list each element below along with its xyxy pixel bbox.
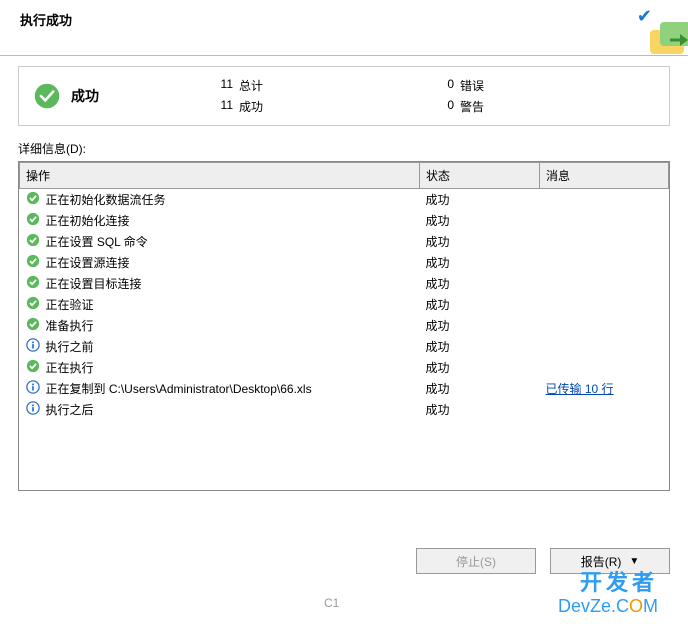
status-text: 成功 — [420, 252, 540, 273]
stat-error: 0错误 — [434, 77, 655, 94]
op-text: 正在设置目标连接 — [46, 275, 142, 292]
success-icon — [26, 317, 40, 334]
info-icon — [26, 338, 40, 355]
divider — [0, 55, 688, 56]
stop-button[interactable]: 停止(S) — [416, 548, 536, 574]
table-row[interactable]: 正在验证 成功 — [20, 294, 669, 315]
details-label: 详细信息(D): — [18, 140, 670, 157]
msg-text — [540, 315, 669, 336]
msg-text — [540, 189, 669, 211]
msg-text — [540, 210, 669, 231]
status-text: 成功 — [420, 210, 540, 231]
page-title: 执行成功 — [20, 13, 72, 28]
status-text: 成功 — [420, 315, 540, 336]
table-row[interactable]: 执行之后 成功 — [20, 399, 669, 420]
table-row[interactable]: 正在初始化连接 成功 — [20, 210, 669, 231]
stat-total: 11总计 — [213, 77, 434, 94]
op-text: 执行之后 — [46, 401, 94, 418]
info-icon — [26, 401, 40, 418]
success-icon — [26, 191, 40, 208]
table-row[interactable]: 准备执行 成功 — [20, 315, 669, 336]
op-text: 执行之前 — [46, 338, 94, 355]
op-text: 正在验证 — [46, 296, 94, 313]
stat-warning: 0警告 — [434, 98, 655, 115]
table-row[interactable]: 正在设置 SQL 命令 成功 — [20, 231, 669, 252]
details-table-wrap[interactable]: 操作 状态 消息 正在初始化数据流任务成功正在初始化连接成功正在设置 SQL 命… — [18, 161, 670, 491]
decorative-graphic — [640, 10, 688, 58]
status-text: 成功 — [420, 378, 540, 399]
info-icon — [26, 380, 40, 397]
col-operation[interactable]: 操作 — [20, 163, 420, 189]
op-text: 正在设置源连接 — [46, 254, 130, 271]
status-text: 成功 — [420, 294, 540, 315]
table-row[interactable]: 正在复制到 C:\Users\Administrator\Desktop\66.… — [20, 378, 669, 399]
report-button-label: 报告(R) — [581, 553, 622, 570]
table-row[interactable]: 执行之前 成功 — [20, 336, 669, 357]
msg-text — [540, 273, 669, 294]
details-table: 操作 状态 消息 正在初始化数据流任务成功正在初始化连接成功正在设置 SQL 命… — [19, 162, 669, 420]
footer-text: C1 — [324, 596, 339, 610]
col-status[interactable]: 状态 — [420, 163, 540, 189]
table-row[interactable]: 正在执行 成功 — [20, 357, 669, 378]
msg-text — [540, 399, 669, 420]
success-icon — [26, 359, 40, 376]
status-text: 成功 — [420, 273, 540, 294]
status-text: 成功 — [420, 357, 540, 378]
msg-text — [540, 294, 669, 315]
success-icon — [26, 296, 40, 313]
watermark: 开发者 DevZe.COM — [558, 570, 658, 618]
success-icon — [26, 212, 40, 229]
op-text: 正在初始化数据流任务 — [46, 191, 166, 208]
op-text: 正在执行 — [46, 359, 94, 376]
status-text: 成功 — [420, 399, 540, 420]
msg-text — [540, 231, 669, 252]
msg-text — [540, 357, 669, 378]
table-row[interactable]: 正在设置源连接 成功 — [20, 252, 669, 273]
summary-title: 成功 — [71, 86, 99, 106]
success-icon — [33, 82, 61, 110]
op-text: 正在初始化连接 — [46, 212, 130, 229]
stat-success: 11成功 — [213, 98, 434, 115]
msg-text[interactable]: 已传输 10 行 — [540, 378, 669, 399]
success-icon — [26, 233, 40, 250]
msg-text — [540, 252, 669, 273]
status-text: 成功 — [420, 189, 540, 211]
success-icon — [26, 254, 40, 271]
table-row[interactable]: 正在初始化数据流任务 成功 — [20, 189, 669, 211]
status-text: 成功 — [420, 336, 540, 357]
col-message[interactable]: 消息 — [540, 163, 669, 189]
table-row[interactable]: 正在设置目标连接 成功 — [20, 273, 669, 294]
status-text: 成功 — [420, 231, 540, 252]
success-icon — [26, 275, 40, 292]
msg-text — [540, 336, 669, 357]
chevron-down-icon: ▼ — [629, 556, 639, 567]
header: 执行成功 — [0, 0, 688, 37]
op-text: 准备执行 — [46, 317, 94, 334]
summary-panel: 成功 11总计 0错误 11成功 0警告 — [18, 66, 670, 126]
op-text: 正在设置 SQL 命令 — [46, 233, 148, 250]
op-text: 正在复制到 C:\Users\Administrator\Desktop\66.… — [46, 380, 312, 397]
